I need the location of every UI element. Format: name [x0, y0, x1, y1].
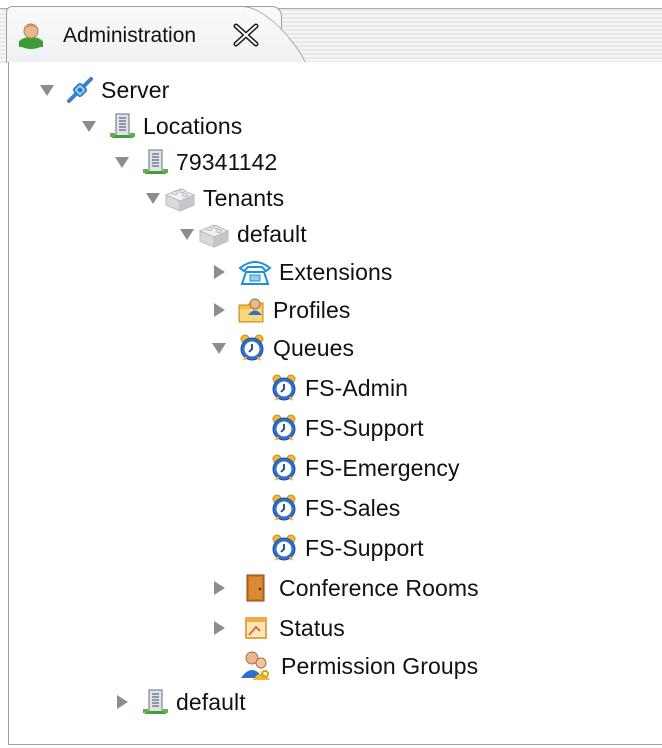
tree-label: Locations — [143, 112, 243, 139]
tree-node-queue[interactable]: FS-Support — [269, 410, 424, 446]
tree-node-location-79341142[interactable]: 79341142 — [112, 144, 277, 180]
expand-toggle[interactable] — [209, 578, 229, 598]
tree-node-queue[interactable]: FS-Admin — [269, 370, 408, 406]
tab-title: Administration — [63, 24, 197, 47]
user-group-key-icon — [237, 651, 275, 681]
tree-label: Permission Groups — [281, 652, 479, 679]
close-icon[interactable] — [231, 22, 261, 48]
tree-label: Queues — [273, 334, 355, 361]
tree-label: Status — [279, 614, 345, 641]
status-window-icon — [237, 613, 273, 643]
alarm-clock-icon — [269, 453, 299, 483]
tree-node-permission-groups[interactable]: Permission Groups — [237, 648, 478, 684]
tree-label: default — [176, 688, 246, 715]
tree-node-status[interactable]: Status — [209, 610, 345, 646]
expand-toggle[interactable] — [37, 80, 57, 100]
blocks-icon — [163, 183, 197, 213]
phone-icon — [237, 257, 273, 287]
tree-label: FS-Emergency — [305, 454, 460, 481]
tree-label: FS-Support — [305, 414, 424, 441]
administrator-icon — [17, 21, 45, 49]
door-icon — [237, 573, 273, 603]
expand-toggle[interactable] — [177, 224, 197, 244]
alarm-clock-icon — [237, 333, 267, 363]
alarm-clock-icon — [269, 373, 299, 403]
administration-tree-panel: Server Locations 79341142 Tenants defaul… — [8, 62, 662, 745]
tree-node-extensions[interactable]: Extensions — [209, 254, 393, 290]
tree-node-tenants[interactable]: Tenants — [143, 180, 284, 216]
blocks-icon — [197, 219, 231, 249]
tree-label: FS-Sales — [305, 494, 401, 521]
tree-label: 79341142 — [176, 148, 278, 175]
tree-label: default — [237, 220, 307, 247]
tree-label: FS-Admin — [305, 374, 409, 401]
tree-node-locations[interactable]: Locations — [79, 108, 242, 144]
expand-toggle[interactable] — [209, 262, 229, 282]
expand-toggle[interactable] — [112, 692, 132, 712]
tree-node-profiles[interactable]: Profiles — [209, 292, 351, 328]
expand-toggle[interactable] — [143, 188, 163, 208]
tree-label: Server — [101, 76, 170, 103]
tree-node-location-default[interactable]: default — [112, 684, 246, 720]
building-icon — [140, 687, 170, 717]
tree-node-server[interactable]: Server — [37, 72, 169, 108]
tab-strip: Administration — [0, 0, 662, 63]
profile-folder-icon — [237, 295, 267, 325]
alarm-clock-icon — [269, 413, 299, 443]
tree-node-queue[interactable]: FS-Support — [269, 530, 424, 566]
tree-label: Profiles — [273, 296, 351, 323]
tree-label: Extensions — [279, 258, 393, 285]
tree-node-tenant-default[interactable]: default — [177, 216, 307, 252]
tree-node-queue[interactable]: FS-Emergency — [269, 450, 460, 486]
server-icon — [65, 75, 95, 105]
tree-node-conference-rooms[interactable]: Conference Rooms — [209, 570, 479, 606]
tree-label: Conference Rooms — [279, 574, 479, 601]
tree-node-queues[interactable]: Queues — [209, 330, 354, 366]
expand-toggle[interactable] — [209, 300, 229, 320]
tab-administration[interactable]: Administration — [6, 6, 282, 63]
alarm-clock-icon — [269, 493, 299, 523]
expand-toggle[interactable] — [209, 338, 229, 358]
expand-toggle[interactable] — [112, 152, 132, 172]
alarm-clock-icon — [269, 533, 299, 563]
tree-node-queue[interactable]: FS-Sales — [269, 490, 400, 526]
building-icon — [140, 147, 170, 177]
expand-toggle[interactable] — [209, 618, 229, 638]
building-icon — [107, 111, 137, 141]
expand-toggle[interactable] — [79, 116, 99, 136]
tree-label: Tenants — [203, 184, 285, 211]
tree-label: FS-Support — [305, 534, 424, 561]
